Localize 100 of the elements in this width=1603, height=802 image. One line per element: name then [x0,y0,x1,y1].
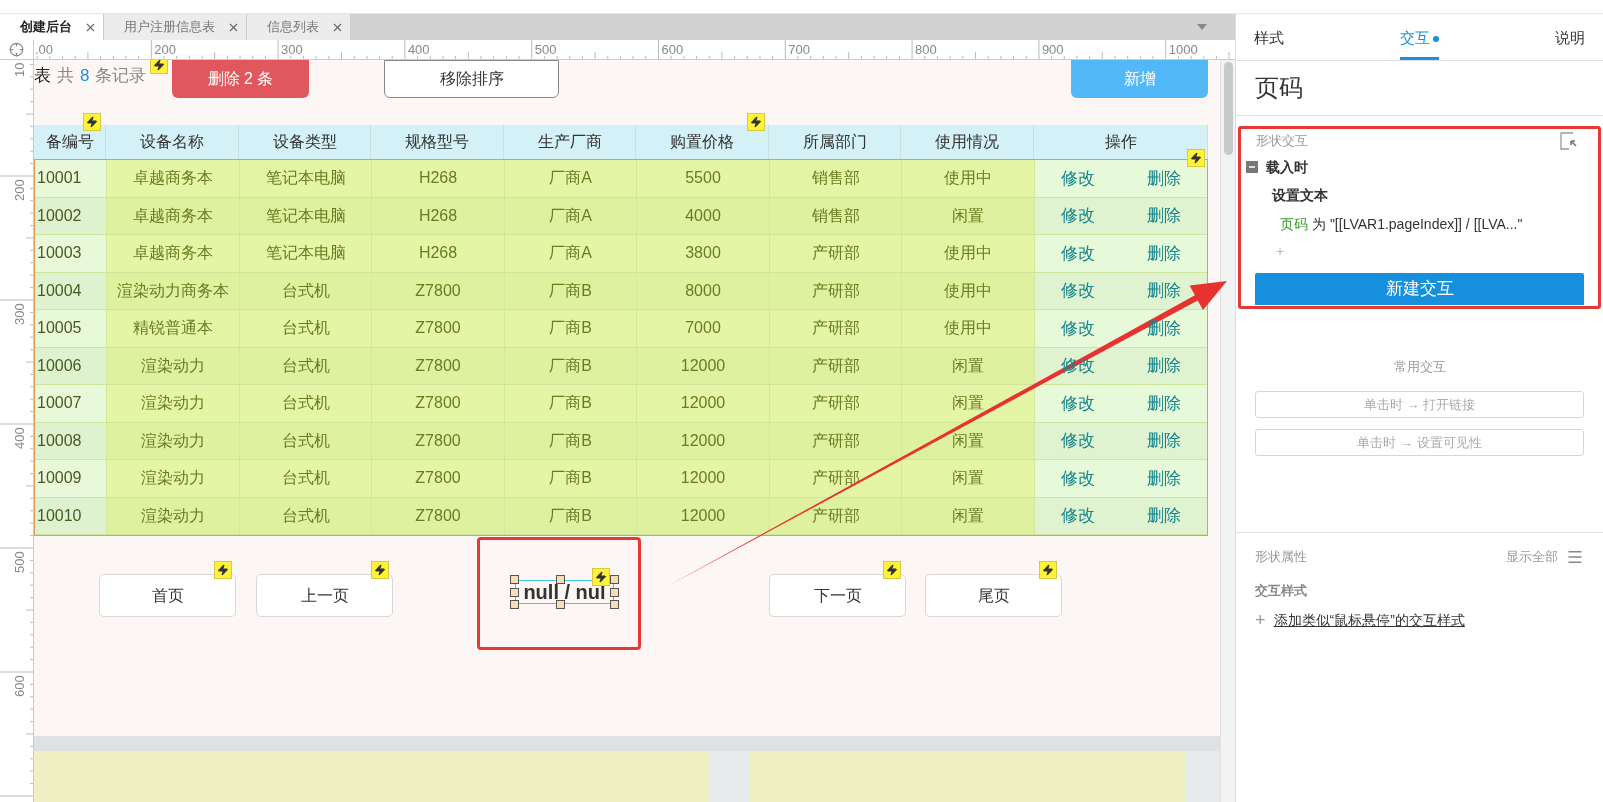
column-header: 使用情况 [901,125,1034,159]
add-style-icon[interactable]: + [1255,606,1266,634]
table-cell: 厂商A [505,235,637,272]
document-tab[interactable]: 信息列表 [247,14,351,40]
lightning-icon[interactable] [1187,149,1205,167]
table-cell: H268 [372,235,505,272]
table-cell: 渲染动力商务本 [107,272,240,309]
table-cell: 厂商A [505,160,637,197]
action-link[interactable]: 删除 [1147,390,1181,416]
action-link[interactable]: 修改 [1061,278,1095,304]
column-header: 规格型号 [371,125,504,159]
lightning-icon[interactable] [883,561,901,579]
table-cell: 台式机 [240,310,372,347]
table-cell: Z7800 [372,497,505,534]
lightning-icon[interactable] [1039,561,1057,579]
record-label: 表 [34,65,51,87]
quick-interaction-button[interactable]: 单击时 → 设置可见性 [1255,429,1584,456]
record-label: 共 [57,65,74,87]
lightning-icon[interactable] [150,60,168,74]
table-cell: 渲染动力 [107,347,240,384]
collapse-icon[interactable] [1560,132,1578,150]
toolbar-button[interactable]: 新增 [1071,60,1208,98]
table-cell: 厂商B [505,272,637,309]
action-link[interactable]: 修改 [1061,203,1095,229]
action-link[interactable]: 修改 [1061,165,1095,191]
table-cell: 10008 [35,422,107,459]
action-link[interactable]: 删除 [1147,353,1181,379]
toolbar-button[interactable]: 移除排序 [384,60,559,98]
menu-icon[interactable] [1566,548,1584,566]
table-cell: 台式机 [240,422,372,459]
new-interaction-button[interactable]: 新建交互 [1255,273,1584,305]
lightning-icon[interactable] [83,113,101,131]
action-link[interactable]: 修改 [1061,428,1095,454]
action-name: 设置文本 [1272,186,1328,205]
lightning-icon[interactable] [592,568,610,586]
table-cell: 台式机 [240,272,372,309]
lightning-icon[interactable] [371,561,389,579]
action-link[interactable]: 修改 [1061,390,1095,416]
horizontal-ruler: .00 200 300 400 500 600 700 800 900 1000 [34,40,1235,60]
table-cell: 10002 [35,197,107,234]
table-cell: 厂商B [505,347,637,384]
table-cell: 产研部 [770,310,902,347]
lightning-icon[interactable] [214,561,232,579]
table-cell: 笔记本电脑 [240,235,372,272]
action-link[interactable]: 修改 [1061,465,1095,491]
pager-button[interactable]: 首页 [99,574,236,617]
action-link[interactable]: 修改 [1061,503,1095,529]
table-cell: 卓越商务本 [107,235,240,272]
table-cell: 台式机 [240,385,372,422]
action-link[interactable]: 删除 [1147,503,1181,529]
panel-tab[interactable]: 样式 [1254,20,1284,60]
quick-interaction-button[interactable]: 单击时 → 打开链接 [1255,391,1584,418]
toggle-icon[interactable] [1246,161,1258,173]
panel-tab[interactable]: 交互 [1400,20,1439,60]
table-cell: 台式机 [240,347,372,384]
crosshair-icon[interactable] [9,42,24,57]
action-link[interactable]: 删除 [1147,428,1181,454]
table-cell: 产研部 [770,385,902,422]
table-cell: 12000 [637,460,770,497]
action-link[interactable]: 删除 [1147,315,1181,341]
action-link[interactable]: 修改 [1061,315,1095,341]
record-count: 8 [80,65,90,87]
table-cell: 渲染动力 [107,422,240,459]
table-cell: 精锐普通本 [107,310,240,347]
table-cell: 10007 [35,385,107,422]
action-link[interactable]: 删除 [1147,165,1181,191]
action-link[interactable]: 删除 [1147,465,1181,491]
column-header: 设备类型 [239,125,371,159]
pager-button[interactable]: 上一页 [256,574,393,617]
panel-tab[interactable]: 说明 [1555,20,1585,60]
document-tab[interactable]: 创建后台 [0,14,104,40]
action-link[interactable]: 删除 [1147,278,1181,304]
add-style-link[interactable]: 添加类似“鼠标悬停”的交互样式 [1273,609,1465,631]
table-cell: 厂商A [505,197,637,234]
section-heading: 形状属性 [1255,548,1307,567]
show-all-link[interactable]: 显示全部 [1506,547,1558,567]
table-cell: Z7800 [372,347,505,384]
table-cell: Z7800 [372,272,505,309]
action-link[interactable]: 修改 [1061,240,1095,266]
table-cell: 8000 [637,272,770,309]
action-link[interactable]: 删除 [1147,240,1181,266]
document-tab[interactable]: 用户注册信息表 [104,14,247,40]
table-cell: 5500 [637,160,770,197]
table-cell: 厂商B [505,310,637,347]
table-cell: 12000 [637,347,770,384]
table-cell: 12000 [637,385,770,422]
scrollbar-thumb[interactable] [1223,62,1233,155]
pager-button[interactable]: 尾页 [925,574,1062,617]
table-cell: 10005 [35,310,107,347]
pager-button[interactable]: 下一页 [769,574,906,617]
action-link[interactable]: 删除 [1147,203,1181,229]
table-cell: 厂商B [505,497,637,534]
table-cell: 渲染动力 [107,460,240,497]
table-cell: 10001 [35,160,107,197]
toolbar-button[interactable]: 删除 2 条 [172,60,309,98]
table-cell: 4000 [637,197,770,234]
table-cell: 3800 [637,235,770,272]
table-cell: 10003 [35,235,107,272]
lightning-icon[interactable] [747,113,765,131]
table-cell: 12000 [637,422,770,459]
